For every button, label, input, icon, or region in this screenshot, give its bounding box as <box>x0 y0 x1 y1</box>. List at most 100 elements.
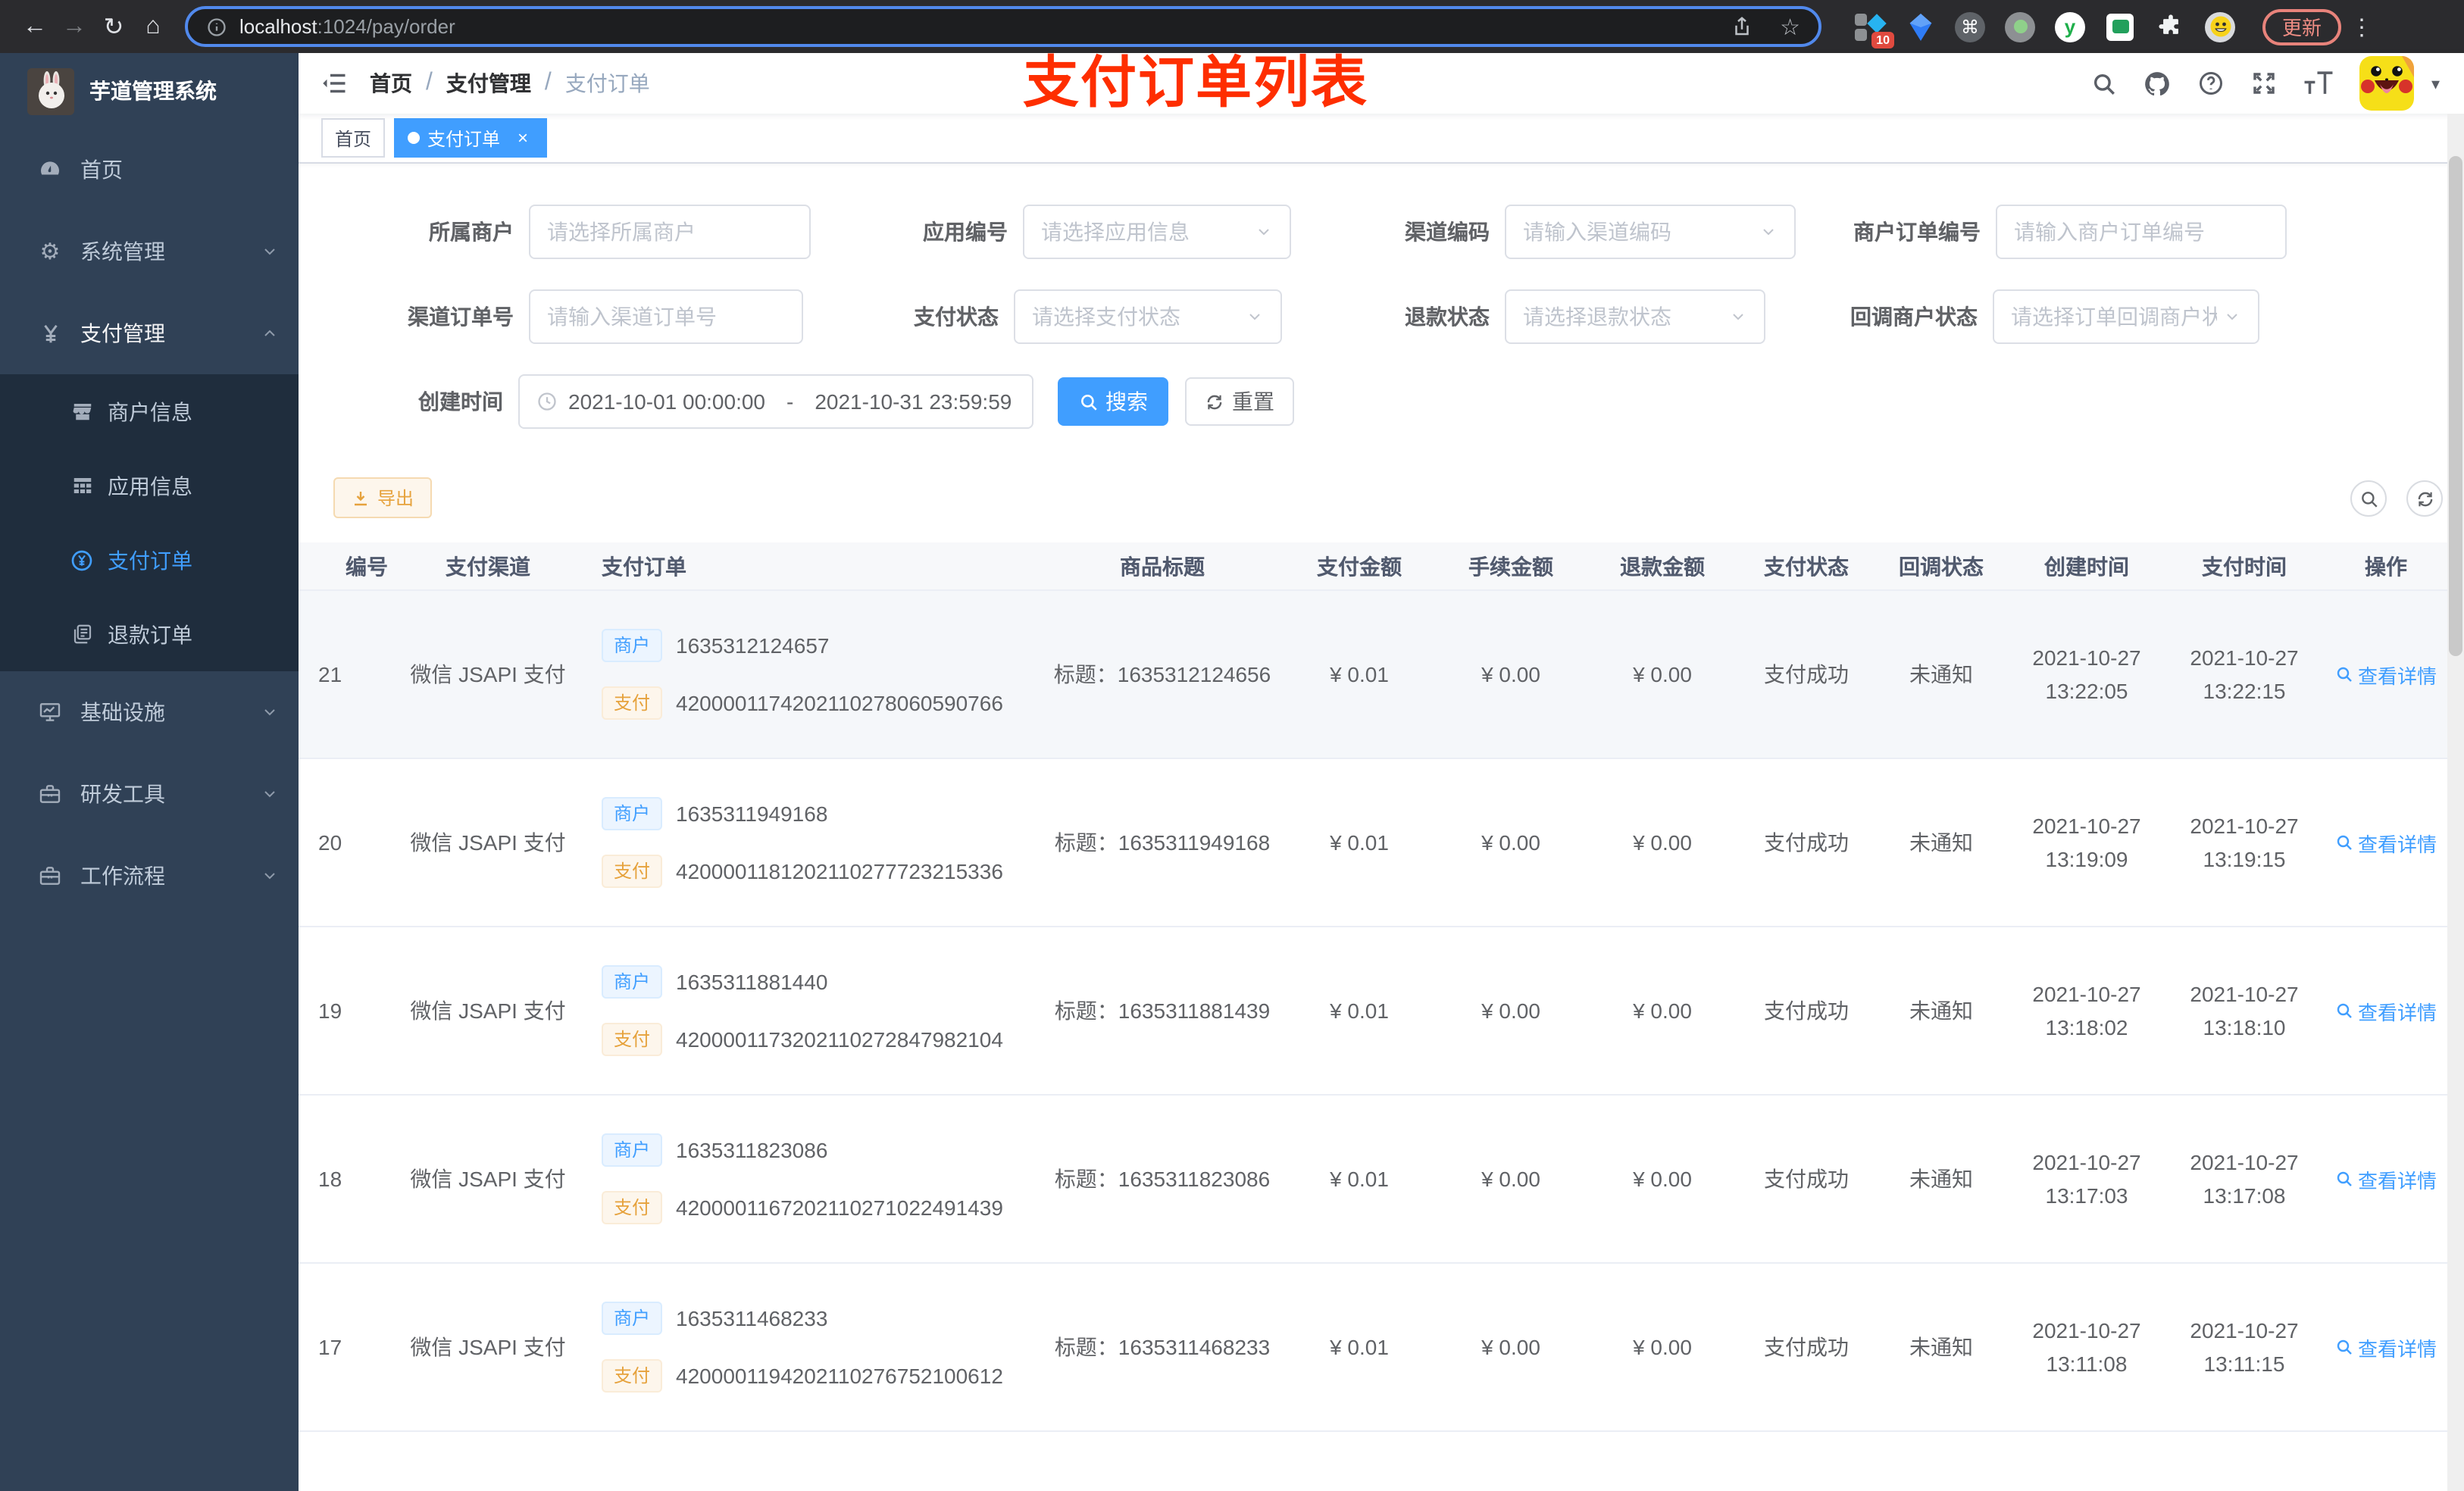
cell-notify-status: 未通知 <box>1909 662 1973 686</box>
sidebar-item-label: 支付订单 <box>108 548 192 572</box>
page-annotation: 支付订单列表 <box>1023 52 1368 114</box>
channel-code-select[interactable]: 请输入渠道编码 <box>1505 205 1796 259</box>
sidebar-item-dev-tools[interactable]: 研发工具 <box>0 753 299 835</box>
fullscreen-icon[interactable] <box>2251 70 2278 97</box>
extension-gem-icon[interactable] <box>1905 11 1935 42</box>
filter-label-notify-status: 回调商户状态 <box>1850 305 1978 329</box>
sidebar-item-system[interactable]: ⚙ 系统管理 <box>0 211 299 292</box>
merchant-input[interactable]: 请选择所属商户 <box>529 205 811 259</box>
cell-channel: 微信 JSAPI 支付 <box>410 1167 566 1191</box>
breadcrumb-home[interactable]: 首页 <box>370 68 412 98</box>
sidebar-logo[interactable]: 芋道管理系统 <box>0 53 299 129</box>
avatar[interactable] <box>2359 56 2415 111</box>
col-notify-status: 回调状态 <box>1899 554 1984 578</box>
browser-update-button[interactable]: 更新 <box>2262 8 2342 45</box>
toggle-search-button[interactable] <box>2350 480 2387 517</box>
bookmark-star-icon[interactable]: ☆ <box>1780 13 1800 40</box>
merchant-order-no-input[interactable]: 请输入商户订单编号 <box>1996 205 2287 259</box>
export-button[interactable]: 导出 <box>333 477 433 518</box>
sidebar-item-merchant-info[interactable]: 商户信息 <box>0 374 299 449</box>
col-create-time: 创建时间 <box>2044 554 2129 578</box>
dashboard-icon <box>32 158 68 182</box>
browser-home-icon[interactable]: ⌂ <box>133 13 173 40</box>
extension-record-icon[interactable] <box>2005 11 2035 42</box>
sidebar-item-label: 研发工具 <box>80 782 165 806</box>
cell-pay-order: 商户 1635311949168 支付 42000011812021102777232… <box>586 797 1041 888</box>
channel-order-no-input[interactable]: 请输入渠道订单号 <box>529 289 803 344</box>
extension-chat-icon[interactable] <box>2105 11 2135 42</box>
refund-status-select[interactable]: 请选择退款状态 <box>1505 289 1765 344</box>
font-size-icon[interactable] <box>2304 71 2334 95</box>
cell-amount: ¥ 0.01 <box>1330 1335 1389 1359</box>
page-scrollbar[interactable] <box>2447 114 2464 1491</box>
page-content: 所属商户 请选择所属商户 应用编号 请选择应用信息 渠道编码 请输入渠道编码 商… <box>299 164 2464 1491</box>
table-body: 21 微信 JSAPI 支付 商户 1635312124657 支付 4200001174… <box>299 591 2449 1491</box>
github-icon[interactable] <box>2143 69 2172 98</box>
browser-forward-icon[interactable]: → <box>55 13 94 40</box>
extension-y-icon[interactable]: y <box>2055 11 2085 42</box>
cell-fee: ¥ 0.00 <box>1481 1335 1540 1359</box>
pay-tag: 支付 <box>602 686 663 720</box>
view-detail-label: 查看详情 <box>2357 1337 2437 1360</box>
sidebar-item-workflow[interactable]: 工作流程 <box>0 835 299 917</box>
avatar-caret-icon[interactable]: ▾ <box>2431 73 2440 93</box>
view-detail-link[interactable]: 查看详情 <box>2335 828 2437 857</box>
breadcrumb-payment[interactable]: 支付管理 <box>446 68 531 98</box>
cell-pay-time: 2021-10-27 13:22:15 <box>2190 645 2299 703</box>
address-bar[interactable]: localhost :1024/pay/order ☆ <box>185 6 1821 47</box>
help-icon[interactable] <box>2198 70 2225 97</box>
site-info-icon[interactable] <box>206 16 227 37</box>
sidebar-item-refund-order[interactable]: 退款订单 <box>0 597 299 671</box>
view-detail-label: 查看详情 <box>2357 833 2437 855</box>
browser-back-icon[interactable]: ← <box>15 13 55 40</box>
pay-status-select[interactable]: 请选择支付状态 <box>1014 289 1282 344</box>
main-area: 首页 / 支付管理 / 支付订单 支付订单列表 ▾ 首页 支付订单 × 所属商户… <box>299 53 2464 1491</box>
sidebar-item-label: 系统管理 <box>80 239 165 264</box>
tag-pay-order[interactable]: 支付订单 × <box>394 118 548 158</box>
scrollbar-thumb[interactable] <box>2449 156 2462 656</box>
cell-create-time: 2021-10-27 13:19:09 <box>2032 814 2141 871</box>
extension-command-icon[interactable]: ⌘ <box>1955 11 1985 42</box>
extension-tag-manager-icon[interactable]: 10 <box>1855 11 1894 48</box>
view-detail-link[interactable]: 查看详情 <box>2335 1164 2437 1193</box>
tag-close-icon[interactable]: × <box>512 127 533 148</box>
cell-create-time: 2021-10-27 13:11:08 <box>2032 1318 2141 1376</box>
store-icon <box>67 400 97 423</box>
share-icon[interactable] <box>1730 15 1753 38</box>
col-pay-order: 支付订单 <box>602 554 686 578</box>
sidebar-item-pay-order[interactable]: 支付订单 <box>0 523 299 597</box>
view-detail-link[interactable]: 查看详情 <box>2335 996 2437 1025</box>
view-detail-label: 查看详情 <box>2357 664 2437 687</box>
app-select[interactable]: 请选择应用信息 <box>1023 205 1291 259</box>
sidebar-item-payment[interactable]: 支付管理 <box>0 292 299 374</box>
extensions-puzzle-icon[interactable] <box>2155 11 2185 42</box>
table-row: 20 微信 JSAPI 支付 商户 1635311949168 支付 4200001181… <box>299 759 2449 927</box>
sidebar-collapse-icon[interactable] <box>321 70 349 97</box>
refresh-button[interactable] <box>2406 480 2443 517</box>
reset-button-label: 重置 <box>1232 389 1274 414</box>
merchant-order-no: 1635311949168 <box>676 802 828 826</box>
view-detail-link[interactable]: 查看详情 <box>2335 660 2437 689</box>
extension-emoji-icon[interactable] <box>2205 11 2235 42</box>
sidebar-item-infrastructure[interactable]: 基础设施 <box>0 671 299 753</box>
sidebar-item-app-info[interactable]: 应用信息 <box>0 449 299 523</box>
col-id: 编号 <box>346 554 388 578</box>
search-button[interactable]: 搜索 <box>1058 377 1168 426</box>
notify-status-select[interactable]: 请选择订单回调商户状态 <box>1993 289 2259 344</box>
sidebar-item-home[interactable]: 首页 <box>0 129 299 211</box>
tag-home[interactable]: 首页 <box>321 118 386 158</box>
cell-pay-order: 商户 1635312124657 支付 42000011742021102780605… <box>586 629 1041 720</box>
sidebar-item-label: 基础设施 <box>80 700 165 724</box>
browser-menu-icon[interactable]: ⋮ <box>2350 13 2373 40</box>
cell-pay-status: 支付成功 <box>1764 999 1849 1023</box>
reset-button[interactable]: 重置 <box>1185 377 1294 426</box>
cell-create-time: 2021-10-27 13:17:03 <box>2032 1150 2141 1208</box>
browser-reload-icon[interactable]: ↻ <box>94 11 133 42</box>
tag-active-dot <box>408 132 421 144</box>
view-detail-label: 查看详情 <box>2357 1001 2437 1024</box>
pay-tag: 支付 <box>602 1359 663 1393</box>
search-icon[interactable] <box>2092 70 2118 96</box>
date-range-input[interactable]: 2021-10-01 00:00:00 - 2021-10-31 23:59:5… <box>518 374 1033 429</box>
cell-channel: 微信 JSAPI 支付 <box>410 662 566 686</box>
view-detail-link[interactable]: 查看详情 <box>2335 1333 2437 1361</box>
